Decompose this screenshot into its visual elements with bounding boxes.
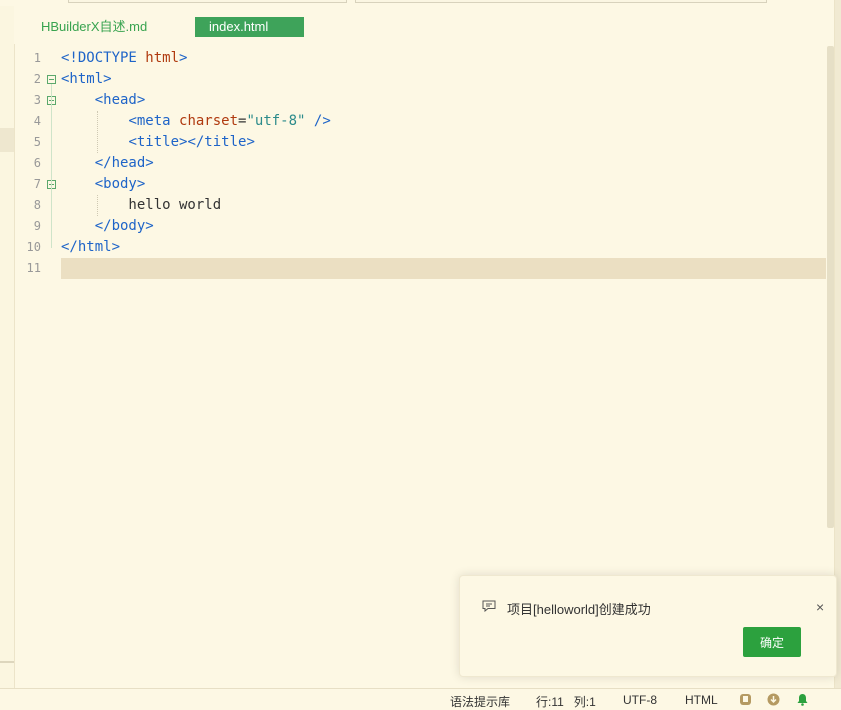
line-number: 1 <box>33 51 41 65</box>
editor-tab-bar: HBuilderX自述.md index.html <box>14 6 834 44</box>
left-sidebar-edge[interactable] <box>0 6 15 688</box>
code-token: "utf-8" <box>246 113 306 129</box>
sidebar-marker <box>0 128 14 152</box>
fold-range-line <box>51 105 52 164</box>
code-line[interactable]: 6 </head> <box>14 153 826 174</box>
code-token: </html> <box>61 239 121 255</box>
indent-guide <box>97 111 99 153</box>
bell-icon[interactable] <box>796 693 809 706</box>
notification-toast: 项目[helloworld]创建成功 × 确定 <box>459 575 837 677</box>
code-text: <head> <box>61 90 146 111</box>
vertical-scrollbar[interactable] <box>827 46 834 528</box>
line-number: 6 <box>33 156 41 170</box>
line-number: 2 <box>33 72 41 86</box>
top-panel-edge <box>355 0 767 3</box>
status-bar: 语法提示库 行:11 列:1 UTF-8 HTML <box>0 688 841 710</box>
notification-message: 项目[helloworld]创建成功 <box>507 602 651 617</box>
code-text: <html> <box>61 69 112 90</box>
indent-guide <box>97 195 99 216</box>
line-number: 5 <box>33 135 41 149</box>
code-token: <!DOCTYPE <box>61 50 146 66</box>
code-token: </body> <box>94 218 154 234</box>
code-line[interactable]: 10 </html> <box>14 237 826 258</box>
line-number: 7 <box>33 177 41 191</box>
code-text: <title></title> <box>61 132 255 153</box>
close-icon[interactable]: × <box>816 599 824 615</box>
message-icon <box>482 600 496 612</box>
line-number: 3 <box>33 93 41 107</box>
code-text: hello world <box>61 195 221 216</box>
code-token: <head> <box>94 92 146 108</box>
code-text: </body> <box>61 216 154 237</box>
code-line[interactable]: 11 <box>14 258 826 279</box>
code-line[interactable]: 4 <meta charset="utf-8" /> <box>14 111 826 132</box>
code-text: <!DOCTYPE html> <box>61 48 187 69</box>
file-encoding[interactable]: UTF-8 <box>623 693 657 707</box>
line-number: 8 <box>33 198 41 212</box>
line-number: 9 <box>33 219 41 233</box>
sidebar-divider <box>0 661 14 663</box>
code-token: /> <box>305 113 331 129</box>
code-token: <title></title> <box>128 134 255 150</box>
cursor-position[interactable]: 行:11 列:1 <box>536 693 596 710</box>
code-line[interactable]: 2 <html> <box>14 69 826 90</box>
code-token: hello world <box>61 197 222 213</box>
code-line[interactable]: 8 hello world <box>14 195 826 216</box>
code-token: <meta <box>128 113 180 129</box>
confirm-button[interactable]: 确定 <box>743 627 801 657</box>
code-token: > <box>179 50 188 66</box>
code-token: <html> <box>61 71 112 87</box>
language-mode[interactable]: HTML <box>685 693 718 707</box>
code-line[interactable]: 1 <!DOCTYPE html> <box>14 48 826 69</box>
code-text: <body> <box>61 174 146 195</box>
top-panel-edge <box>68 0 347 3</box>
tab-readme[interactable]: HBuilderX自述.md <box>41 17 147 37</box>
code-line[interactable]: 5 <title></title> <box>14 132 826 153</box>
code-line[interactable]: 7 <body> <box>14 174 826 195</box>
line-number: 4 <box>33 114 41 128</box>
code-line[interactable]: 9 </body> <box>14 216 826 237</box>
syntax-hint-library[interactable]: 语法提示库 <box>450 693 510 710</box>
code-text: </head> <box>61 153 154 174</box>
fold-range-line <box>51 189 52 227</box>
code-text: </html> <box>61 237 120 258</box>
line-number: 10 <box>26 240 41 254</box>
tab-index-html[interactable]: index.html <box>195 17 304 37</box>
code-line[interactable]: 3 <head> <box>14 90 826 111</box>
code-text: <meta charset="utf-8" /> <box>61 111 331 132</box>
fold-toggle-icon[interactable] <box>47 75 56 84</box>
plugin-icon[interactable] <box>739 693 752 706</box>
code-token: <body> <box>94 176 146 192</box>
download-icon[interactable] <box>767 693 780 706</box>
code-token: html <box>145 50 180 66</box>
code-token: charset <box>179 113 239 129</box>
line-number: 11 <box>26 261 41 275</box>
code-token: </head> <box>94 155 154 171</box>
